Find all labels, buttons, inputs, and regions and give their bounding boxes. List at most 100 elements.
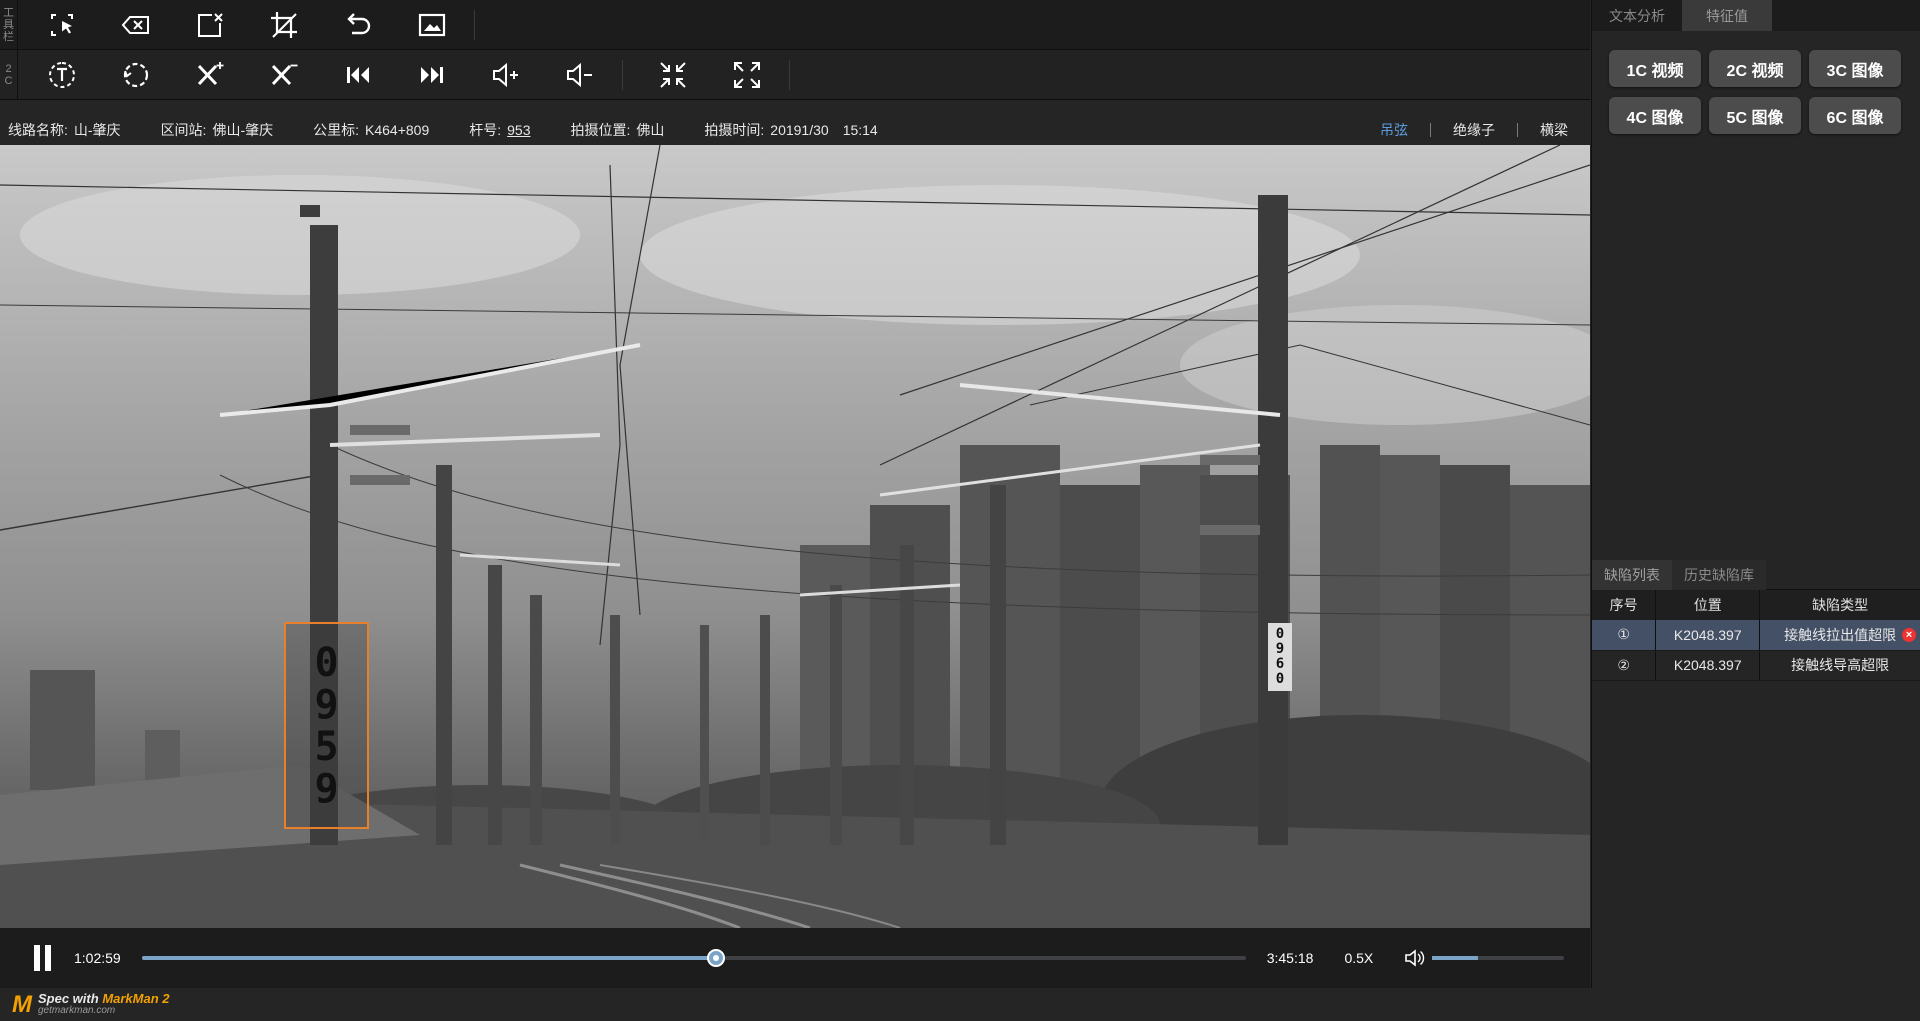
right-panel: 文本分析 特征值 1C 视频 2C 视频 3C 图像 4C 图像 5C 图像 6… [1591,0,1920,988]
previous-frame-button[interactable] [334,55,382,95]
camera-5c-image-button[interactable]: 5C 图像 [1709,97,1801,134]
table-header-row: 序号 位置 缺陷类型 [1592,590,1920,620]
image-button[interactable] [408,5,456,45]
defect-panel: 缺陷列表 历史缺陷库 序号 位置 缺陷类型 ① K2048.397 接触线拉出值… [1592,560,1920,988]
tab-defect-list[interactable]: 缺陷列表 [1592,560,1672,590]
location-value: 佛山 [636,122,665,138]
analysis-tabs: 文本分析 特征值 [1592,0,1920,31]
row-number: ① [1592,620,1657,651]
clear-selection-button[interactable] [186,5,234,45]
undo-button[interactable] [334,5,382,45]
side-label-char: 栏 [3,30,14,43]
tab-defect-history[interactable]: 历史缺陷库 [1672,560,1766,590]
volume-up-button[interactable] [482,55,530,95]
select-area-button[interactable] [38,5,86,45]
pole-value[interactable]: 953 [507,122,530,138]
section-label: 区间站: [160,122,207,138]
volume-track[interactable] [1432,956,1565,960]
row-position: K2048.397 [1655,650,1761,681]
markman-tagline: Spec with MarkMan 2 [38,990,170,1006]
defect-table: 序号 位置 缺陷类型 ① K2048.397 接触线拉出值超限 × ② K204… [1592,590,1920,681]
side-label-char: 工 [3,6,14,19]
km-label: 公里标: [313,122,360,138]
progress-played [141,956,716,960]
camera-6c-image-button[interactable]: 6C 图像 [1809,97,1901,134]
header-defect-type: 缺陷类型 [1759,590,1920,620]
toolbar-side-label: 工 具 栏 [0,0,18,49]
link-insulator[interactable]: 绝缘子 [1431,120,1517,140]
video-info-bar: 线路名称: 山-肇庆 区间站: 佛山-肇庆 公里标: K464+809 杆号: 953 … [0,115,1590,145]
camera-4c-image-button[interactable]: 4C 图像 [1609,97,1701,134]
pole-digit: 5 [314,723,339,770]
pole-number-detection-box[interactable]: 0 9 5 9 [284,622,369,829]
crop-off-icon [271,11,297,38]
table-row[interactable]: ① K2048.397 接触线拉出值超限 × [1592,620,1920,651]
pole-number: 杆号: 953 [469,120,530,140]
markman-site: getmarkman.com [38,1004,116,1016]
progress-thumb[interactable] [706,949,725,967]
spec-with-text: Spec with [38,990,99,1006]
pole-digit: 9 [314,681,339,728]
delete-row-icon[interactable]: × [1902,628,1916,642]
toolbar-side-label-2: 2 C [0,50,18,99]
row-defect-type: 接触线拉出值超限 [1784,626,1897,643]
row-defect-type-cell: 接触线导高超限 [1759,650,1920,681]
volume-down-icon [567,62,592,87]
km-value: K464+809 [365,122,430,138]
section-station: 区间站: 佛山-肇庆 [161,120,274,140]
camera-1c-video-button[interactable]: 1C 视频 [1609,50,1701,87]
fullscreen-icon [734,61,760,88]
row-defect-type-cell: 接触线拉出值超限 × [1759,620,1920,651]
camera-button-grid: 1C 视频 2C 视频 3C 图像 4C 图像 5C 图像 6C 图像 [1609,50,1901,134]
toolbar-separator [789,59,790,90]
side-label-char: 具 [3,18,14,31]
brand-name: MarkMan 2 [102,990,170,1006]
volume-down-button[interactable] [556,55,604,95]
line-name-label: 线路名称: [8,122,68,138]
clear-selection-icon [198,12,223,37]
tab-text-analysis[interactable]: 文本分析 [1592,0,1682,31]
add-mark-icon [197,61,224,85]
row-defect-type: 接触线导高超限 [1791,657,1890,673]
kilometer-marker: 公里标: K464+809 [313,120,429,140]
camera-3c-image-button[interactable]: 3C 图像 [1809,50,1901,87]
volume-icon[interactable] [1404,947,1426,969]
image-icon [418,13,446,36]
video-frame[interactable]: 0 9 5 9 0 9 6 0 [0,145,1590,928]
toolbar-separator [474,9,475,40]
backspace-button[interactable] [112,5,160,45]
add-defect-button[interactable] [186,55,234,95]
fullscreen-button[interactable] [723,55,771,95]
side-label-char: 2 [5,62,12,75]
playback-speed[interactable]: 0.5X [1344,950,1373,966]
text-tool-button[interactable] [38,55,86,95]
markman-logo: M [12,990,32,1018]
volume-up-icon [493,62,518,87]
crop-off-button[interactable] [260,5,308,45]
toolbar-row-primary: 工 具 栏 [0,0,1590,50]
tab-feature-value[interactable]: 特征值 [1682,0,1772,31]
pole-number-tag: 0 9 6 0 [1268,623,1292,691]
progress-track[interactable] [141,949,1246,967]
line-name-value: 山-肇庆 [73,122,121,138]
pause-button[interactable] [34,945,52,971]
next-frame-button[interactable] [408,55,456,95]
remove-defect-button[interactable] [260,55,308,95]
line-name: 线路名称: 山-肇庆 [8,120,121,140]
link-dropper[interactable]: 吊弦 [1358,120,1430,140]
toolbar-row-secondary: 2 C [0,50,1590,100]
camera-2c-video-button[interactable]: 2C 视频 [1709,50,1801,87]
shrink-button[interactable] [649,55,697,95]
skip-back-icon [347,66,369,83]
table-row[interactable]: ② K2048.397 接触线导高超限 [1592,650,1920,681]
skip-forward-icon [421,66,443,83]
time-clock: 15:14 [842,122,878,138]
text-tool-icon [49,61,75,88]
current-time: 1:02:59 [74,950,121,966]
volume-level [1432,956,1479,960]
pole-digit: 0 [314,639,339,686]
link-crossbeam[interactable]: 横梁 [1518,120,1590,140]
lasso-tool-button[interactable] [112,55,160,95]
shooting-location: 拍摄位置: 佛山 [571,120,665,140]
time-label: 拍摄时间: [704,122,765,138]
